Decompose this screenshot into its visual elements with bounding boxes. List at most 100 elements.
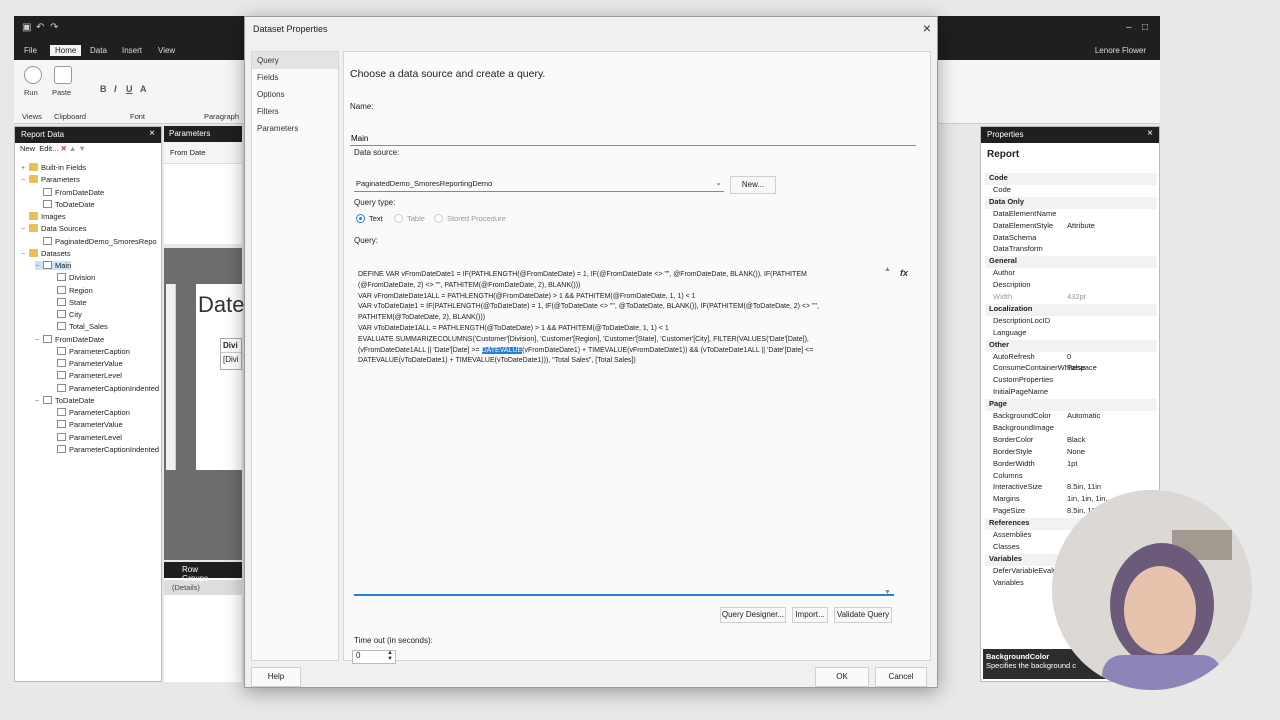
timeout-stepper[interactable]: 0 ▲ ▼ <box>352 650 396 664</box>
cancel-button[interactable]: Cancel <box>875 667 927 687</box>
tab-file[interactable]: File <box>24 46 37 55</box>
from-date-parameter[interactable]: From Date <box>164 142 242 164</box>
property-category[interactable]: Code <box>985 173 1157 185</box>
underline-icon[interactable]: U <box>126 84 133 94</box>
query-text[interactable]: DEFINE VAR vFromDateDate1 = IF(PATHLENGT… <box>358 270 878 367</box>
tree-item[interactable]: ParameterValue <box>49 359 123 368</box>
tree-item[interactable]: ParameterLevel <box>49 432 122 442</box>
tree-item[interactable]: ParameterCaption <box>49 408 130 417</box>
run-button-label[interactable]: Run <box>24 88 38 97</box>
tree-item[interactable]: ParameterValue <box>49 420 123 429</box>
report-title-textbox[interactable]: Date <box>198 292 244 318</box>
minimize-icon[interactable]: – <box>1126 22 1132 33</box>
tree-item[interactable]: + Built-in Fields <box>21 163 86 172</box>
property-row[interactable]: InitialPageName <box>985 387 1157 399</box>
tab-view[interactable]: View <box>158 46 175 55</box>
expander-icon[interactable]: − <box>21 177 29 184</box>
paste-button-label[interactable]: Paste <box>52 88 71 97</box>
expander-icon[interactable]: − <box>35 337 43 344</box>
table-detail-cell[interactable]: [Divi <box>221 352 241 366</box>
query-type-table-radio[interactable]: Table <box>394 214 425 223</box>
move-down-icon[interactable]: ▼ <box>78 144 85 153</box>
tree-item[interactable]: Division <box>49 273 95 282</box>
tab-data[interactable]: Data <box>90 46 107 55</box>
property-category[interactable]: Other <box>985 339 1157 352</box>
tree-item[interactable]: Region <box>49 285 93 295</box>
name-field[interactable] <box>350 132 916 146</box>
query-type-stored-procedure-radio[interactable]: Stored Procedure <box>434 214 506 223</box>
undo-icon[interactable]: ↶ <box>36 22 44 33</box>
property-category[interactable]: Data Only <box>985 196 1157 209</box>
property-row[interactable]: Code <box>985 185 1157 197</box>
property-value[interactable]: Automatic <box>1067 411 1100 420</box>
tree-item[interactable]: Images <box>21 212 66 221</box>
nav-parameters[interactable]: Parameters <box>252 120 338 137</box>
tree-item[interactable]: − Data Sources <box>21 224 86 233</box>
property-row[interactable]: ConsumeContainerWhitespace False <box>985 363 1157 375</box>
run-icon[interactable] <box>24 66 42 84</box>
tree-item[interactable]: − ToDateDate <box>35 395 95 405</box>
expander-icon[interactable]: − <box>21 226 29 233</box>
query-editor[interactable]: DEFINE VAR vFromDateDate1 = IF(PATHLENGT… <box>354 266 894 596</box>
tree-item[interactable]: ParameterCaptionIndented <box>49 444 159 454</box>
delete-icon[interactable]: ✕ <box>60 144 66 153</box>
expander-icon[interactable]: − <box>35 263 43 270</box>
property-row[interactable]: Author <box>985 268 1157 280</box>
expression-button[interactable]: fx <box>900 268 908 278</box>
tree-item[interactable]: − Parameters <box>21 175 80 184</box>
tree-item[interactable]: Total_Sales <box>49 322 108 331</box>
close-icon[interactable]: × <box>1147 128 1153 139</box>
property-row[interactable]: DescriptionLocID <box>985 316 1157 328</box>
property-category[interactable]: Page <box>985 399 1157 412</box>
tree-item[interactable]: − FromDateDate <box>35 334 104 344</box>
close-icon[interactable]: × <box>923 20 931 36</box>
property-value[interactable]: 0 <box>1067 352 1071 361</box>
datasource-select[interactable]: PaginatedDemo_SmoresReportingDemo ⌄ <box>354 178 724 192</box>
property-row[interactable]: BorderWidth 1pt <box>985 459 1157 471</box>
property-row[interactable]: CustomProperties <box>985 375 1157 387</box>
property-row[interactable]: AutoRefresh 0 <box>985 352 1157 364</box>
property-row[interactable]: BorderStyle None <box>985 447 1157 459</box>
report-table[interactable]: Divi [Divi <box>220 338 242 370</box>
property-value[interactable]: False <box>1067 363 1085 372</box>
query-designer-button[interactable]: Query Designer... <box>720 607 786 623</box>
help-button[interactable]: Help <box>251 667 301 687</box>
tree-item[interactable]: − Main <box>35 261 72 270</box>
tab-home[interactable]: Home <box>50 45 82 56</box>
maximize-icon[interactable]: □ <box>1142 22 1148 33</box>
close-icon[interactable]: × <box>149 128 155 139</box>
scroll-down-icon[interactable]: ▼ <box>884 589 891 596</box>
expander-icon[interactable]: − <box>21 251 29 258</box>
property-row[interactable]: BackgroundColor Automatic <box>985 411 1157 423</box>
tree-item[interactable]: PaginatedDemo_SmoresRepo <box>35 236 157 246</box>
bold-icon[interactable]: B <box>100 84 107 94</box>
tree-item[interactable]: FromDateDate <box>35 187 104 197</box>
tree-item[interactable]: ToDateDate <box>35 199 95 209</box>
tree-item[interactable]: ParameterCaptionIndented <box>49 383 159 393</box>
new-datasource-button[interactable]: New... <box>730 176 776 194</box>
edit-menu[interactable]: Edit... <box>39 144 58 153</box>
italic-icon[interactable]: I <box>114 84 117 94</box>
nav-filters[interactable]: Filters <box>252 103 338 120</box>
redo-icon[interactable]: ↷ <box>50 22 58 33</box>
nav-query[interactable]: Query <box>252 52 338 69</box>
expander-icon[interactable]: − <box>35 398 43 405</box>
property-row[interactable]: Language <box>985 328 1157 340</box>
property-row[interactable]: DataTransform <box>985 244 1157 256</box>
property-value[interactable]: Black <box>1067 435 1085 444</box>
query-scrollbar[interactable]: ▲ ▼ <box>884 266 892 596</box>
property-value[interactable]: None <box>1067 447 1085 456</box>
property-row[interactable]: DataElementStyle Attribute <box>985 221 1157 233</box>
property-row[interactable]: BorderColor Black <box>985 435 1157 447</box>
tree-item[interactable]: ParameterCaption <box>49 346 130 356</box>
property-row[interactable]: Columns <box>985 471 1157 483</box>
tree-item[interactable]: State <box>49 297 87 307</box>
report-body[interactable]: Date Divi [Divi <box>196 284 244 470</box>
move-up-icon[interactable]: ▲ <box>69 144 76 153</box>
property-value[interactable]: 1pt <box>1067 459 1077 468</box>
property-value[interactable]: 432pt <box>1067 292 1086 301</box>
import-button[interactable]: Import... <box>792 607 828 623</box>
property-value[interactable]: 8.5in, 11in <box>1067 482 1101 491</box>
property-category[interactable]: General <box>985 256 1157 269</box>
scroll-up-icon[interactable]: ▲ <box>884 266 891 273</box>
